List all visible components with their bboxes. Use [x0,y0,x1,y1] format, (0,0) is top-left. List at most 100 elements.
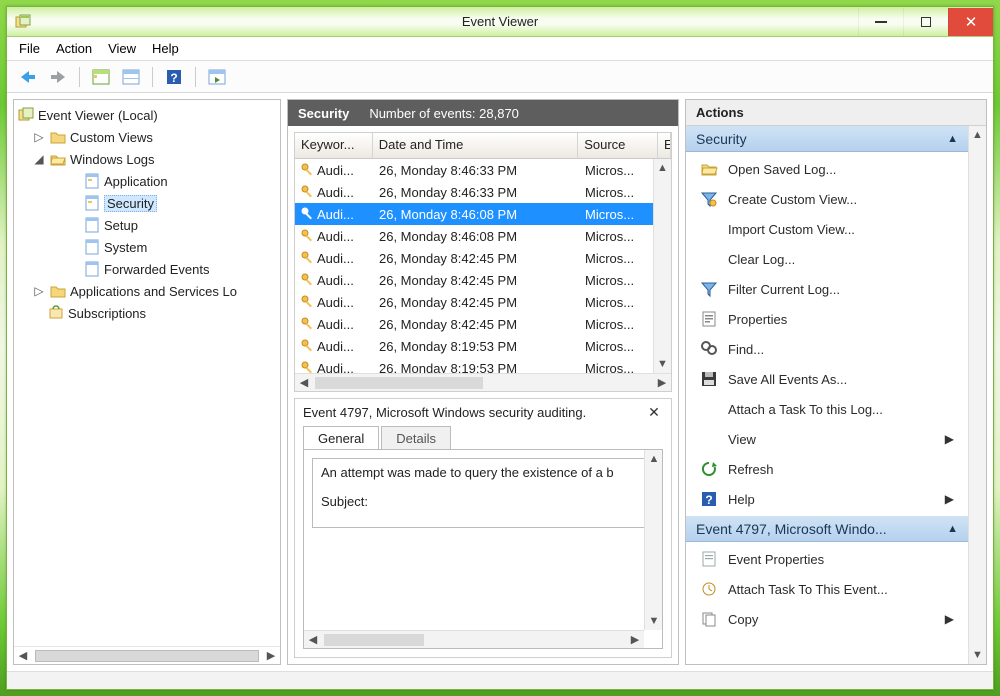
maximize-button[interactable] [903,8,948,36]
tree-root[interactable]: Event Viewer (Local) [18,104,276,126]
table-row[interactable]: Audi...26, Monday 8:46:08 PMMicros...4 [295,203,671,225]
titlebar[interactable]: Event Viewer ✕ [7,7,993,37]
action-item[interactable]: Attach Task To This Event... [686,574,968,604]
scroll-down-icon[interactable]: ▼ [969,646,986,664]
col-eventid[interactable]: Ever [658,133,671,158]
actions-pane: Actions Security ▲ Open Saved Log...Crea… [685,99,987,665]
grid-h-scrollbar[interactable]: ◀▶ [295,373,671,391]
action-item[interactable]: Find... [686,334,968,364]
log-icon [84,217,100,233]
action-item[interactable]: Refresh [686,454,968,484]
detail-h-scrollbar[interactable]: ◀▶ [304,630,644,648]
scroll-up-icon[interactable]: ▲ [969,126,986,144]
key-icon [301,295,315,309]
folder-icon [50,129,66,145]
col-source[interactable]: Source [578,133,658,158]
action-label: Event Properties [728,552,824,567]
detail-line1: An attempt was made to query the existen… [321,465,645,480]
grid-header-row[interactable]: Keywor... Date and Time Source Ever [295,133,671,159]
action-item[interactable]: Import Custom View... [686,214,968,244]
log-icon [84,239,100,255]
scroll-left-icon[interactable]: ◀ [295,376,313,389]
grid-body[interactable]: Audi...26, Monday 8:46:33 PMMicros...4Au… [295,159,671,373]
action-item[interactable]: Create Custom View... [686,184,968,214]
action-label: Open Saved Log... [728,162,836,177]
scroll-left-icon[interactable]: ◀ [14,647,32,664]
table-row[interactable]: Audi...26, Monday 8:46:33 PMMicros...4 [295,181,671,203]
detail-close-button[interactable]: ✕ [645,403,663,421]
action-item[interactable]: Properties [686,304,968,334]
menu-view[interactable]: View [108,41,136,56]
back-button[interactable] [15,65,41,89]
tree-wl-system[interactable]: System [18,236,276,258]
close-button[interactable]: ✕ [948,8,993,36]
actions-group-event[interactable]: Event 4797, Microsoft Windo... ▲ [686,516,968,542]
menubar: File Action View Help [7,37,993,61]
tree-wl-forwarded[interactable]: Forwarded Events [18,258,276,280]
expander-icon[interactable]: ◢ [32,152,46,166]
action-item[interactable]: Clear Log... [686,244,968,274]
panes-button[interactable] [118,65,144,89]
action-label: Import Custom View... [728,222,855,237]
col-keywords[interactable]: Keywor... [295,133,373,158]
scroll-thumb[interactable] [315,377,483,389]
clock-icon [700,580,718,598]
tab-general[interactable]: General [303,426,379,450]
table-row[interactable]: Audi...26, Monday 8:42:45 PMMicros...4 [295,269,671,291]
tree-label: Setup [104,218,138,233]
action-item[interactable]: Attach a Task To this Log... [686,394,968,424]
table-row[interactable]: Audi...26, Monday 8:42:45 PMMicros...4 [295,313,671,335]
refresh-panes-button[interactable] [204,65,230,89]
event-detail: Event 4797, Microsoft Windows security a… [294,398,672,658]
tree[interactable]: Event Viewer (Local) ▷ Custom Views ◢ Wi… [14,100,280,646]
action-item[interactable]: Open Saved Log... [686,154,968,184]
tree-h-scrollbar[interactable]: ◀ ▶ [14,646,280,664]
scroll-down-icon[interactable]: ▼ [654,355,671,373]
menu-action[interactable]: Action [56,41,92,56]
scroll-right-icon[interactable]: ▶ [653,376,671,389]
show-tree-button[interactable] [88,65,114,89]
statusbar [7,671,993,689]
action-label: View [728,432,756,447]
table-row[interactable]: Audi...26, Monday 8:42:45 PMMicros...4 [295,291,671,313]
expander-icon[interactable]: ▷ [32,130,46,144]
expander-icon[interactable]: ▷ [32,284,46,298]
tree-custom-views[interactable]: ▷ Custom Views [18,126,276,148]
table-row[interactable]: Audi...26, Monday 8:42:45 PMMicros...4 [295,247,671,269]
help-button[interactable]: ? [161,65,187,89]
tree-subscriptions[interactable]: Subscriptions [18,302,276,324]
detail-v-scrollbar[interactable]: ▲▼ [644,450,662,630]
table-row[interactable]: Audi...26, Monday 8:19:53 PMMicros...4 [295,357,671,373]
tree-apps-services[interactable]: ▷ Applications and Services Lo [18,280,276,302]
menu-help[interactable]: Help [152,41,179,56]
action-item[interactable]: Copy▶ [686,604,968,634]
forward-button[interactable] [45,65,71,89]
event-viewer-window: Event Viewer ✕ File Action View Help ? [6,6,994,690]
tree-wl-security[interactable]: Security [18,192,276,214]
tab-details[interactable]: Details [381,426,451,450]
scroll-thumb[interactable] [35,650,259,662]
tree-windows-logs[interactable]: ◢ Windows Logs [18,148,276,170]
detail-text: An attempt was made to query the existen… [312,458,654,528]
grid-v-scrollbar[interactable]: ▲▼ [653,159,671,373]
tree-wl-setup[interactable]: Setup [18,214,276,236]
table-row[interactable]: Audi...26, Monday 8:19:53 PMMicros...4 [295,335,671,357]
collapse-icon[interactable]: ▲ [947,133,958,145]
action-item[interactable]: ?Help▶ [686,484,968,514]
minimize-button[interactable] [858,8,903,36]
menu-file[interactable]: File [19,41,40,56]
collapse-icon[interactable]: ▲ [947,523,958,535]
actions-group-security[interactable]: Security ▲ [686,126,968,152]
action-item[interactable]: View▶ [686,424,968,454]
action-item[interactable]: Event Properties [686,544,968,574]
tree-wl-application[interactable]: Application [18,170,276,192]
tree-label: Subscriptions [68,306,146,321]
table-row[interactable]: Audi...26, Monday 8:46:33 PMMicros...4 [295,159,671,181]
action-item[interactable]: Save All Events As... [686,364,968,394]
scroll-up-icon[interactable]: ▲ [654,159,671,177]
table-row[interactable]: Audi...26, Monday 8:46:08 PMMicros...4 [295,225,671,247]
action-item[interactable]: Filter Current Log... [686,274,968,304]
scroll-right-icon[interactable]: ▶ [262,647,280,664]
col-datetime[interactable]: Date and Time [373,133,578,158]
actions-v-scrollbar[interactable]: ▲▼ [968,126,986,664]
